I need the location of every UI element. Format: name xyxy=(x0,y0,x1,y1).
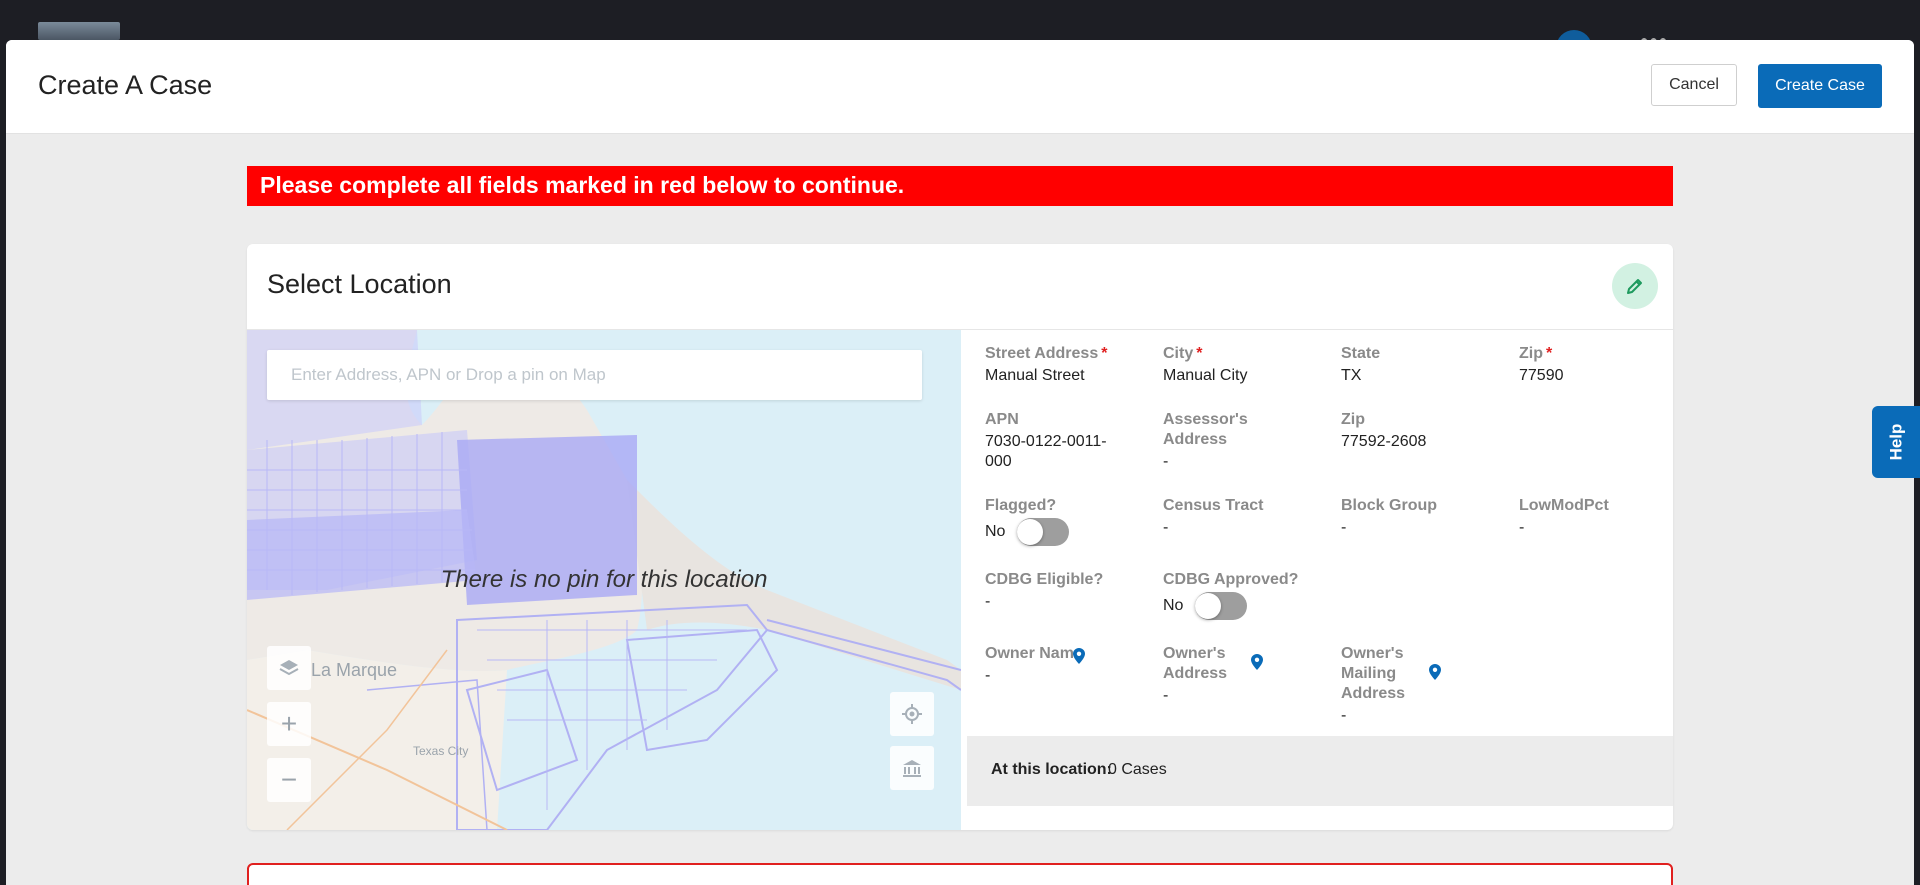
location-details: Street Address * Manual Street City * Manu… xyxy=(961,330,1673,830)
required-marker: * xyxy=(1196,345,1203,362)
field-label: Block Group xyxy=(1341,497,1438,514)
locate-icon[interactable] xyxy=(890,692,934,736)
field-label: Street Address xyxy=(985,345,1099,362)
pencil-icon xyxy=(1627,279,1642,294)
field-value: - xyxy=(1163,687,1169,704)
location-case-count-bar: At this location: 0 Cases xyxy=(967,736,1673,806)
field-value: Manual City xyxy=(1163,367,1248,384)
field-owner-mailing-address: Owner's Mailing Address - xyxy=(1341,644,1421,726)
modal-title: Create A Case xyxy=(38,70,213,100)
field-label: Assessor's Address xyxy=(1163,411,1248,448)
field-street-address: Street Address * Manual Street xyxy=(985,344,1155,386)
field-value: - xyxy=(985,667,991,684)
modal-header: Create A Case Cancel Create Case xyxy=(6,40,1914,134)
field-value: Manual Street xyxy=(985,367,1085,384)
cancel-button[interactable]: Cancel xyxy=(1651,64,1737,106)
at-location-label: At this location: xyxy=(991,761,1112,778)
field-label: Zip xyxy=(1341,411,1365,428)
field-label: City xyxy=(1163,345,1194,362)
edit-location-button[interactable] xyxy=(1612,263,1658,309)
field-label: Owner's Mailing Address xyxy=(1341,645,1406,702)
zoom-in-icon[interactable]: + xyxy=(267,702,311,746)
field-label: State xyxy=(1341,345,1381,362)
field-state: State TX xyxy=(1341,344,1511,386)
zoom-out-icon[interactable]: − xyxy=(267,758,311,802)
apps-grid-icon[interactable]: ●●● xyxy=(1640,32,1670,48)
field-value: - xyxy=(1163,519,1169,536)
field-value: - xyxy=(1163,453,1169,470)
map-pin-icon[interactable] xyxy=(1429,664,1441,680)
required-marker: * xyxy=(1546,345,1553,362)
field-census-tract: Census Tract - xyxy=(1163,496,1333,538)
select-location-card: Select Location Enter Address, APN or Dr… xyxy=(247,244,1673,830)
next-section-card xyxy=(247,863,1673,885)
section-title: Select Location xyxy=(267,269,452,299)
field-label: Census Tract xyxy=(1163,497,1264,514)
field-value: - xyxy=(1341,519,1347,536)
field-label: Owner's Address xyxy=(1163,645,1228,682)
map-place-label: La Marque xyxy=(311,660,398,680)
location-map[interactable]: La Marque Texas City There is no pin for… xyxy=(247,330,961,830)
field-label: APN xyxy=(985,411,1019,428)
no-pin-message: There is no pin for this location xyxy=(440,566,768,593)
field-value: 77590 xyxy=(1519,367,1564,384)
toggle-state: No xyxy=(985,523,1006,540)
validation-alert: Please complete all fields marked in red… xyxy=(247,166,1673,206)
map-place-label: Texas City xyxy=(413,744,469,758)
field-flagged: Flagged? No xyxy=(985,496,1155,546)
cdbg-approved-toggle[interactable] xyxy=(1195,592,1248,620)
map-pin-icon[interactable] xyxy=(1073,648,1085,664)
field-block-group: Block Group - xyxy=(1341,496,1511,538)
create-case-modal: Create A Case Cancel Create Case Please … xyxy=(6,40,1914,885)
field-lowmodpct: LowModPct - xyxy=(1519,496,1673,538)
field-cdbg-eligible: CDBG Eligible? - xyxy=(985,570,1155,612)
field-label: LowModPct xyxy=(1519,497,1609,514)
map-search-input[interactable] xyxy=(267,350,922,400)
field-assessor-address: Assessor's Address - xyxy=(1163,410,1273,472)
field-zip-secondary: Zip 77592-2608 xyxy=(1341,410,1511,452)
field-value: 77592-2608 xyxy=(1341,433,1427,450)
required-marker: * xyxy=(1101,345,1108,362)
toggle-knob xyxy=(1195,593,1222,619)
field-label: CDBG Eligible? xyxy=(985,571,1104,588)
toggle-state: No xyxy=(1163,597,1184,614)
create-case-button[interactable]: Create Case xyxy=(1758,64,1882,108)
field-owner-address: Owner's Address - xyxy=(1163,644,1243,706)
field-cdbg-approved: CDBG Approved? No xyxy=(1163,570,1333,620)
flagged-toggle[interactable] xyxy=(1017,518,1070,546)
field-city: City * Manual City xyxy=(1163,344,1333,386)
field-value: - xyxy=(1341,707,1347,724)
field-value: - xyxy=(1519,519,1525,536)
parcel-icon[interactable] xyxy=(890,746,934,790)
help-tab[interactable]: Help xyxy=(1872,406,1920,478)
layers-icon[interactable] xyxy=(267,646,311,690)
help-label: Help xyxy=(1886,423,1905,461)
field-label: CDBG Approved? xyxy=(1163,571,1299,588)
field-label: Flagged? xyxy=(985,497,1057,514)
field-zip: Zip * 77590 xyxy=(1519,344,1673,386)
field-label: Zip xyxy=(1519,345,1543,362)
field-value: - xyxy=(985,593,991,610)
case-count: 0 Cases xyxy=(1108,761,1167,778)
map-pin-icon[interactable] xyxy=(1251,654,1263,670)
field-value: TX xyxy=(1341,367,1362,384)
toggle-knob xyxy=(1017,519,1044,545)
field-apn: APN 7030-0122-0011-000 xyxy=(985,410,1125,472)
app-top-bar: ●●● xyxy=(0,0,1920,50)
app-logo[interactable] xyxy=(38,22,120,40)
field-value: 7030-0122-0011-000 xyxy=(985,433,1107,470)
